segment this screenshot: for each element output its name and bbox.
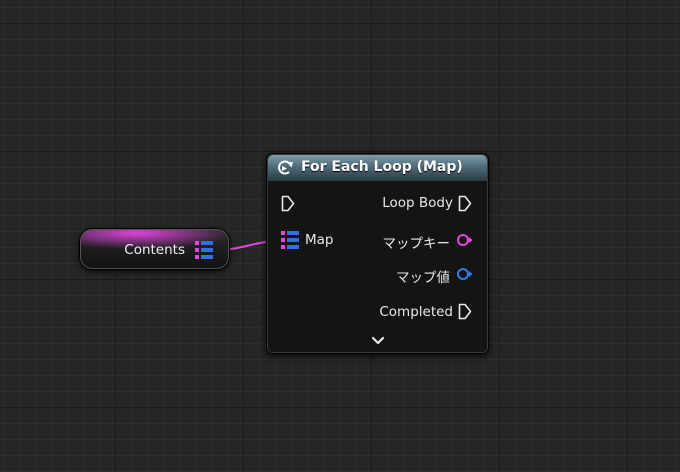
map-key-pin-icon[interactable] — [457, 233, 473, 247]
chevron-down-icon[interactable] — [371, 336, 385, 346]
completed-pin-icon[interactable] — [458, 303, 472, 320]
node-title: For Each Loop (Map) — [301, 159, 463, 175]
map-value-label: マップ値 — [396, 270, 450, 286]
loop-body-pin-icon[interactable] — [458, 195, 472, 212]
map-key-label: マップキー — [382, 236, 451, 252]
completed-label: Completed — [379, 304, 453, 320]
loop-icon — [278, 160, 293, 175]
for-each-loop-map-node[interactable]: For Each Loop (Map) Map Loop Body マップキー … — [266, 153, 489, 354]
node-header[interactable]: For Each Loop (Map) — [268, 155, 487, 181]
contents-variable-node[interactable]: Contents — [79, 228, 230, 270]
map-pin-icon[interactable] — [195, 241, 213, 259]
variable-name: Contents — [124, 242, 185, 258]
exec-input-pin-icon[interactable] — [281, 195, 295, 212]
map-input-pin-icon[interactable] — [281, 231, 299, 249]
map-value-pin-icon[interactable] — [457, 267, 473, 281]
loop-body-label: Loop Body — [382, 195, 453, 211]
map-input-label: Map — [305, 232, 334, 248]
